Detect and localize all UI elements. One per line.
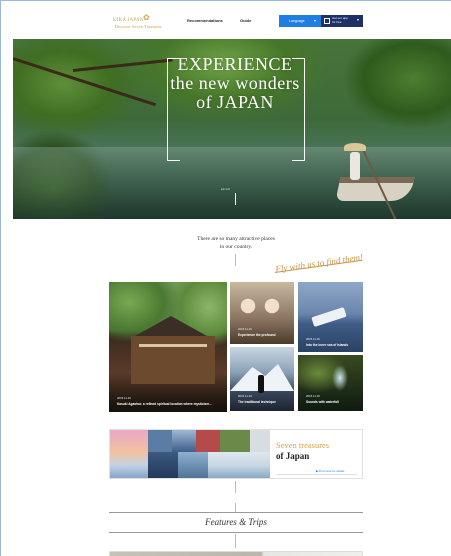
article-card[interactable]: 2015.11.16 The traditional technique — [230, 347, 294, 411]
mosaic-tile — [148, 430, 172, 452]
boat — [335, 177, 415, 201]
card-title: Into the inner sea of islands — [306, 343, 349, 347]
mosaic-tile — [208, 452, 270, 478]
seven-title-accent: Seven treasures — [276, 440, 330, 450]
seven-title: of Japan — [276, 451, 310, 461]
shrine-roof — [131, 316, 211, 338]
card-title: Sounds with waterfall — [306, 400, 339, 404]
hero-title-line: of JAPAN — [196, 92, 274, 112]
app-label-line2: for free — [332, 19, 342, 24]
chevron-down-icon: ▾ — [313, 18, 316, 23]
article-card[interactable]: 2015.11.16 Into the inner sea of islands — [298, 282, 363, 352]
card-title: The traditional technique — [238, 400, 276, 404]
card-date: 2015.11.16 — [306, 337, 320, 341]
logo-subtext: Discover Seven Treasures — [114, 24, 162, 29]
features-heading: Features & Trips — [205, 517, 267, 527]
card-date: 2015.11.16 — [306, 394, 320, 398]
divider-line — [235, 534, 236, 548]
seven-divider — [276, 474, 358, 475]
card-date: 2015.11.16 — [238, 394, 252, 398]
intro-line: There are so many attractive places — [197, 236, 275, 242]
mosaic-tile — [250, 430, 270, 452]
language-label: Language — [289, 19, 305, 23]
hero-title-line: EXPERIENCE — [177, 54, 293, 74]
article-card[interactable]: 2015.11.16 Sounds with waterfall — [298, 355, 363, 411]
phone-icon — [324, 18, 330, 24]
section-rule — [109, 532, 363, 533]
card-title: Kasuki Agaotsu: a refined spiritual loca… — [117, 402, 212, 406]
section-rule — [109, 512, 363, 513]
chevron-down-icon: ▾ — [356, 17, 359, 22]
site-header: ✿ KIKA JAPAN Discover Seven Treasures Re… — [13, 1, 451, 39]
treasures-mosaic — [110, 430, 270, 478]
article-card[interactable]: 2015.11.16 Experience the profound — [230, 282, 294, 344]
hero-title-line: the new wonders — [170, 73, 300, 93]
mosaic-tile — [196, 430, 220, 452]
intro-text: There are so many attractive places in o… — [171, 235, 301, 251]
mosaic-tile — [220, 430, 250, 452]
shrine-building — [131, 336, 215, 384]
scroll-label: scroll — [221, 187, 230, 191]
seven-treasures-banner[interactable]: Seven treasures of Japan ▶ Find more for… — [109, 429, 363, 479]
ship — [311, 306, 347, 328]
site-logo[interactable]: ✿ KIKA JAPAN Discover Seven Treasures — [109, 13, 167, 31]
divider-line — [235, 481, 236, 493]
nav-recommendations[interactable]: Recommendations — [187, 18, 223, 23]
feature-preview-image[interactable] — [109, 551, 363, 556]
divider-line — [235, 254, 236, 266]
boatman — [350, 152, 360, 180]
card-date: 2015.11.16 — [117, 396, 131, 400]
page-frame: ✿ KIKA JAPAN Discover Seven Treasures Re… — [0, 0, 451, 556]
article-card-large[interactable]: 2015.11.16 Kasuki Agaotsu: a refined spi… — [109, 282, 227, 412]
mosaic-tile — [172, 430, 196, 452]
hero-title: EXPERIENCE the new wonders of JAPAN — [155, 55, 315, 112]
waterfall — [332, 365, 348, 391]
card-date: 2015.11.16 — [238, 327, 252, 331]
mosaic-tile — [148, 452, 178, 478]
nav-guide[interactable]: Guide — [240, 18, 251, 23]
seven-details-link[interactable]: ▶ Find more for details — [316, 469, 344, 473]
mosaic-tile — [110, 430, 148, 478]
crane-logo-icon: ✿ — [143, 13, 150, 22]
language-button[interactable]: Language ▾ — [279, 15, 321, 27]
boatman-hat — [344, 143, 366, 151]
mosaic-tile — [178, 452, 208, 478]
scroll-indicator[interactable] — [235, 193, 236, 205]
card-title: Experience the profound — [238, 333, 276, 337]
intro-line: in our country. — [219, 244, 253, 250]
person-silhouette — [258, 375, 264, 393]
app-download-button[interactable]: Get our app for free ▾ — [321, 15, 363, 27]
